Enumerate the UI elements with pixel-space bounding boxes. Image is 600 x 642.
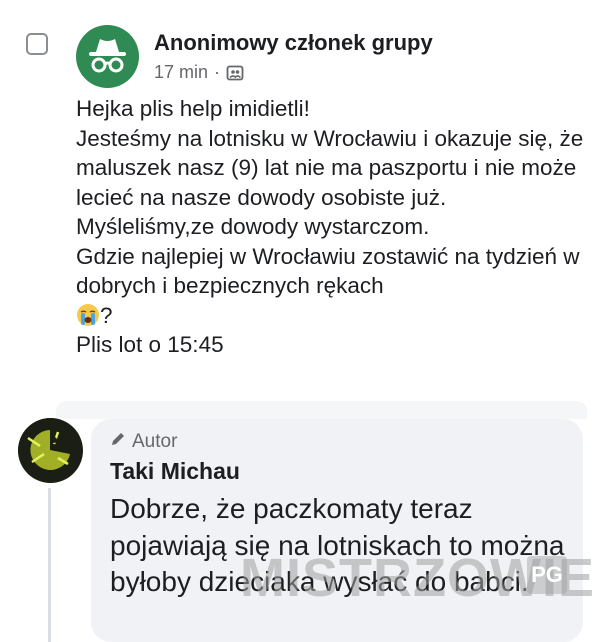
comments-divider [56, 401, 587, 419]
group-audience-icon [226, 64, 244, 82]
post-line: Hejka plis help imidietli! [76, 96, 310, 121]
post-line: ? [76, 301, 586, 331]
pencil-icon [110, 431, 126, 453]
anonymous-member-avatar[interactable] [76, 25, 139, 88]
thread-line [48, 488, 51, 642]
post-line: Plis lot o 15:45 [76, 332, 224, 357]
incognito-icon [89, 39, 126, 73]
meta-separator: · [214, 62, 221, 82]
post-meta: 17 min · [154, 62, 244, 83]
post-line: Jesteśmy na lotnisku w Wrocławiu i okazu… [76, 125, 584, 240]
post-author-name[interactable]: Anonimowy członek grupy [154, 30, 433, 56]
post-body: Hejka plis help imidietli! Jesteśmy na l… [76, 94, 586, 360]
post-question-mark: ? [100, 302, 113, 328]
author-badge-label: Autor [132, 431, 178, 452]
comment-text: Dobrze, że paczkomaty teraz pojawiają si… [110, 493, 565, 597]
crying-face-icon [76, 303, 100, 327]
commenter-avatar[interactable] [18, 418, 83, 483]
comment-author-name[interactable]: Taki Michau [110, 458, 240, 485]
post-line: Gdzie najlepiej w Wrocławiu zostawić na … [76, 243, 580, 299]
select-checkbox[interactable] [26, 33, 48, 55]
post-timestamp[interactable]: 17 min [154, 62, 208, 83]
author-badge: Autor [110, 431, 177, 453]
